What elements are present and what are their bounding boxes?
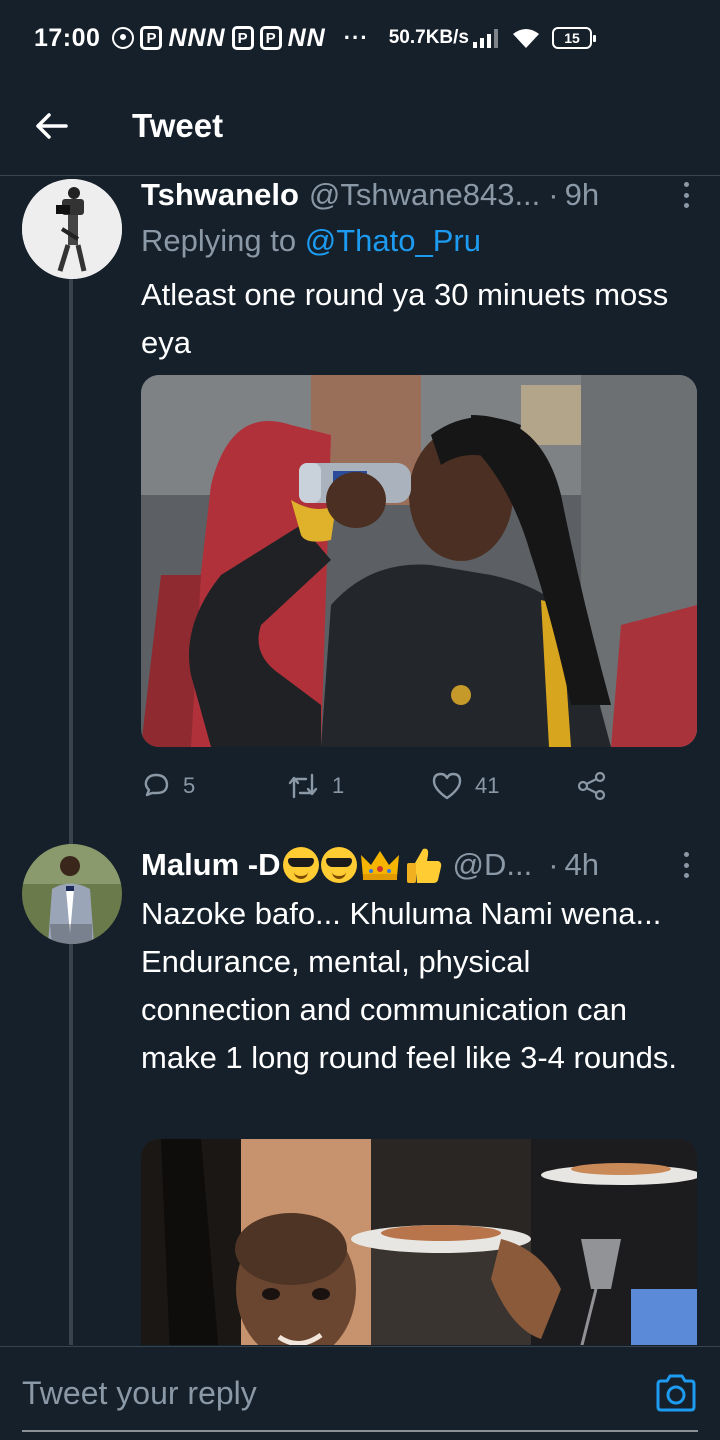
more-options-icon[interactable] [676, 849, 696, 881]
crown-emoji-icon [360, 851, 399, 880]
arrow-left-icon [36, 112, 68, 139]
reply-bar [0, 1346, 720, 1440]
whatsapp-icon [112, 27, 135, 49]
notification-p-icon: P [231, 26, 254, 50]
avatar-photo [22, 844, 122, 944]
display-name[interactable]: Tshwanelo [141, 177, 299, 213]
separator-dot: · [548, 177, 559, 212]
retweet-icon [288, 773, 318, 799]
tweet-photo [141, 375, 697, 747]
tweet-text: Atleast one round ya 30 minuets moss eya [141, 277, 669, 360]
tweet-header: Tshwanelo @Tshwane843... · 9h [141, 177, 696, 215]
camera-icon [656, 1374, 696, 1412]
display-name[interactable]: Malum -D [141, 847, 281, 883]
battery-level: 15 [564, 30, 580, 46]
notification-p-icon: P [259, 26, 282, 50]
signal-icon [473, 28, 498, 48]
tweet-header: Malum -D @D... · 4h [141, 845, 696, 885]
replying-to-label: Replying to [141, 223, 305, 258]
wifi-icon [513, 29, 539, 48]
camera-button[interactable] [654, 1373, 698, 1413]
tweet-actions: 5 1 41 [141, 766, 611, 806]
notification-n-icon: NN [287, 23, 326, 52]
sunglasses-emoji-icon [320, 847, 357, 883]
tweet-time: 4h [564, 847, 600, 882]
user-handle[interactable]: @Tshwane843... [309, 177, 540, 213]
notification-p-icon: P [140, 26, 163, 50]
back-button[interactable] [22, 96, 82, 156]
tweet-photo [141, 1139, 697, 1345]
reply-count: 5 [183, 773, 196, 798]
network-speed: 50.7KB/s [388, 27, 469, 48]
status-overflow: ··· [343, 25, 369, 50]
reply-button[interactable]: 5 [141, 771, 286, 801]
like-button[interactable]: 41 [431, 771, 576, 801]
avatar-photo [22, 179, 122, 279]
share-icon [577, 771, 606, 801]
notification-n-icon: NNN [168, 23, 226, 52]
battery-icon: 15 [552, 27, 596, 49]
user-handle[interactable]: @D... [453, 847, 533, 883]
reply-icon [144, 773, 169, 797]
avatar[interactable] [22, 844, 122, 944]
retweet-button[interactable]: 1 [286, 771, 431, 801]
sunglasses-emoji-icon [282, 847, 319, 883]
notification-icons: P NNN P P NN [112, 24, 325, 53]
thumbs-up-emoji-icon [406, 848, 441, 883]
tweet-thread: Tshwanelo @Tshwane843... · 9h Replying t… [0, 177, 720, 1345]
mention-link[interactable]: @Thato_Pru [305, 223, 481, 258]
page-title: Tweet [132, 106, 224, 144]
avatar[interactable] [22, 179, 122, 279]
status-bar: 17:00 P NNN P P NN ··· 50.7KB/s 15 [0, 0, 720, 76]
share-button[interactable] [576, 770, 608, 802]
tweet[interactable]: Tshwanelo @Tshwane843... · 9h Replying t… [0, 177, 720, 827]
tweet-image[interactable] [141, 1139, 697, 1345]
home-indicator [22, 1430, 698, 1432]
more-options-icon[interactable] [676, 179, 696, 211]
heart-icon [432, 772, 462, 800]
tweet-image[interactable] [141, 375, 697, 747]
status-time: 17:00 [34, 23, 101, 52]
separator-dot: · [548, 847, 559, 882]
tweet-text: Nazoke bafo... Khuluma Nami wena... Endu… [141, 896, 677, 1075]
replying-to: Replying to @Thato_Pru [141, 223, 481, 259]
reply-input[interactable] [22, 1371, 622, 1415]
like-count: 41 [475, 773, 500, 798]
tweet[interactable]: Malum -D @D... · 4h Nazoke bafo... Khulu… [0, 842, 720, 1345]
retweet-count: 1 [332, 773, 345, 798]
app-bar: Tweet [0, 76, 720, 176]
tweet-time: 9h [564, 177, 600, 212]
